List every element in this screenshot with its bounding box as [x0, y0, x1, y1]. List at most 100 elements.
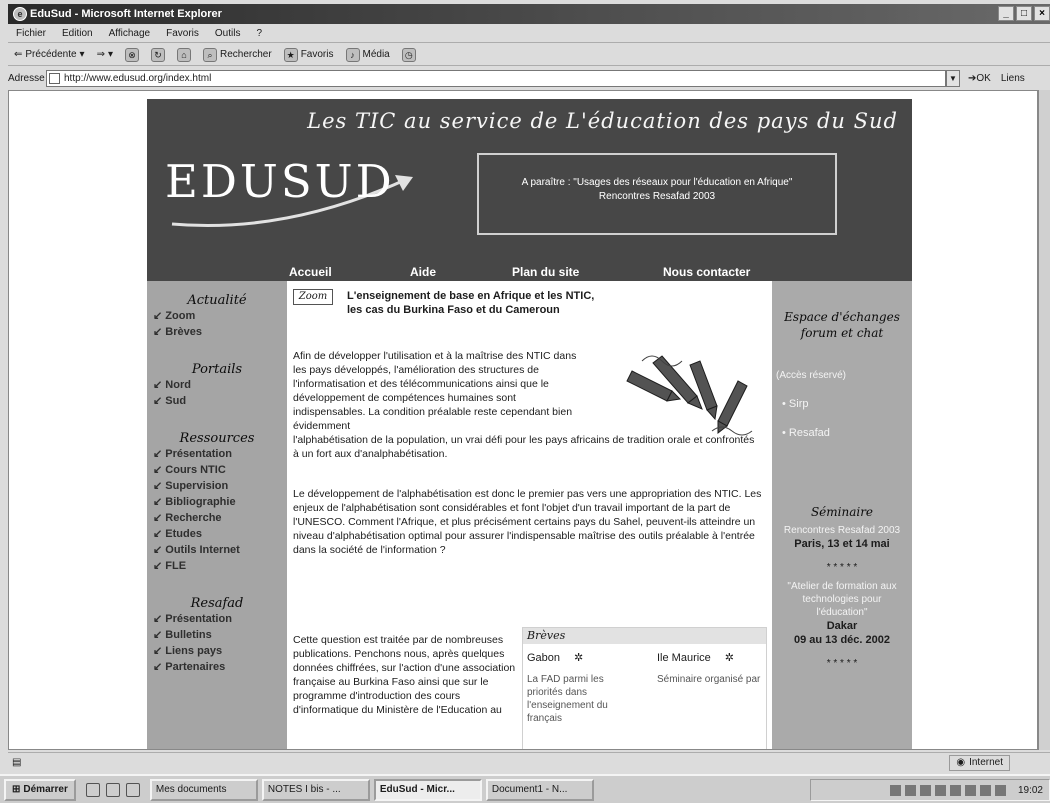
home-icon[interactable]: ⌂	[177, 47, 191, 62]
task-document1[interactable]: Document1 - N...	[485, 778, 594, 801]
tray-app-icon[interactable]	[949, 784, 961, 796]
history-icon[interactable]: ◷	[401, 47, 416, 62]
nav-accueil[interactable]: Accueil	[289, 265, 332, 279]
tray-app-icon[interactable]	[934, 784, 946, 796]
favorites-button[interactable]: ★ Favoris	[283, 47, 334, 62]
tray-antivirus-icon[interactable]	[919, 784, 931, 796]
breve-maurice-title: Ile Maurice	[657, 652, 711, 664]
forward-button[interactable]: ⇒ ▾	[97, 49, 113, 60]
announce-line-1: A paraître : "Usages des réseaux pour l'…	[521, 177, 793, 188]
address-label: Adresse	[8, 72, 45, 84]
left-link-liens-pays[interactable]: ↙ Liens pays	[147, 643, 287, 659]
breve-ile-maurice[interactable]: Ile Maurice ✲ Séminaire organisé par	[657, 652, 762, 686]
actualite-heading: Actualité	[187, 293, 247, 308]
address-input[interactable]: http://www.edusud.org/index.html	[46, 69, 946, 87]
left-link-fle[interactable]: ↙ FLE	[147, 558, 287, 574]
seminaire-2-date: 09 au 13 déc. 2002	[793, 634, 890, 646]
left-link-cours-ntic[interactable]: ↙ Cours NTIC	[147, 462, 287, 478]
clock[interactable]: 19:02	[1018, 785, 1043, 796]
minimize-button[interactable]: _	[998, 6, 1014, 21]
menu-fichier[interactable]: Fichier	[16, 25, 46, 42]
acces-reserve-text: (Accès réservé)	[776, 370, 847, 381]
tray-app-icon[interactable]	[979, 784, 991, 796]
left-link-etudes[interactable]: ↙ Etudes	[147, 526, 287, 542]
nav-plan-du-site[interactable]: Plan du site	[512, 265, 579, 279]
nav-nous-contacter[interactable]: Nous contacter	[663, 265, 750, 279]
maximize-button[interactable]: □	[1016, 6, 1032, 21]
nav-aide[interactable]: Aide	[410, 265, 436, 279]
favorites-icon: ★	[283, 47, 298, 62]
seminaire-2-text[interactable]: "Atelier de formation aux technologies p…	[772, 580, 912, 619]
search-label: Rechercher	[220, 49, 272, 60]
link-sirp[interactable]: • Sirp	[772, 398, 912, 411]
ie-icon: e	[13, 7, 27, 21]
left-link-nord[interactable]: ↙ Nord	[147, 377, 287, 393]
espace-echanges-heading[interactable]: Espace d'échanges forum et chat	[772, 309, 912, 341]
link-resafad[interactable]: • Resafad	[772, 427, 912, 440]
refresh-icon[interactable]: ↻	[151, 47, 165, 62]
zoom-tag: Zoom	[293, 289, 333, 305]
seminaire-heading: Séminaire	[810, 505, 874, 519]
news-star-icon: ✲	[724, 652, 735, 664]
article-title[interactable]: L'enseignement de base en Afrique et les…	[347, 289, 727, 317]
tray-app-icon[interactable]	[994, 784, 1006, 796]
outlook-icon[interactable]	[125, 782, 140, 797]
site-logo[interactable]: EDUSUD	[165, 155, 395, 208]
announcement-box[interactable]: A paraître : "Usages des réseaux pour l'…	[477, 153, 837, 235]
left-link-presentation[interactable]: ↙ Présentation	[147, 446, 287, 462]
menu-bar: Fichier Edition Affichage Favoris Outils…	[8, 25, 1050, 43]
article-title-line-2: les cas du Burkina Faso et du Cameroun	[347, 304, 560, 316]
vertical-scrollbar[interactable]	[1038, 90, 1050, 750]
left-link-resafad-presentation[interactable]: ↙ Présentation	[147, 611, 287, 627]
media-button[interactable]: ♪ Média	[345, 47, 390, 62]
search-icon: ⌕	[203, 47, 217, 62]
address-dropdown-icon[interactable]: ▼	[946, 69, 960, 87]
start-button[interactable]: ⊞ Démarrer	[4, 778, 76, 801]
link-label: Resafad	[788, 427, 830, 439]
close-button[interactable]: ×	[1034, 6, 1050, 21]
menu-outils[interactable]: Outils	[215, 25, 241, 42]
breve-gabon-text: La FAD parmi les priorités dans l'enseig…	[527, 674, 608, 724]
go-label: OK	[976, 72, 991, 84]
article-paragraph-1b: l'alphabétisation de la population, un v…	[293, 434, 755, 460]
menu-edition[interactable]: Edition	[62, 25, 93, 42]
article-paragraph-3: Cette question est traitée par de nombre…	[293, 634, 516, 716]
back-arrow-icon: ⇐	[14, 49, 23, 60]
left-link-bulletins[interactable]: ↙ Bulletins	[147, 627, 287, 643]
breve-maurice-text: Séminaire organisé par	[657, 674, 761, 685]
menu-help[interactable]: ?	[256, 25, 262, 42]
tray-network-icon[interactable]	[904, 784, 916, 796]
go-button[interactable]: ➔OK	[968, 73, 991, 84]
left-link-outils-internet[interactable]: ↙ Outils Internet	[147, 542, 287, 558]
link-label: Bulletins	[165, 629, 212, 641]
globe-icon: ◉	[956, 757, 966, 768]
left-link-zoom[interactable]: ↙ Zoom	[147, 308, 287, 324]
task-notes[interactable]: NOTES I bis - ...	[261, 778, 370, 801]
left-link-sud[interactable]: ↙ Sud	[147, 393, 287, 409]
left-link-bibliographie[interactable]: ↙ Bibliographie	[147, 494, 287, 510]
task-mes-documents[interactable]: Mes documents	[149, 778, 258, 801]
breve-gabon[interactable]: Gabon ✲ La FAD parmi les priorités dans l…	[527, 652, 637, 725]
links-button[interactable]: Liens	[1001, 73, 1025, 84]
ie-quicklaunch-icon[interactable]	[105, 782, 120, 797]
quick-launch	[80, 782, 146, 797]
tray-app-icon[interactable]	[964, 784, 976, 796]
stop-icon[interactable]: ⊗	[125, 47, 139, 62]
search-button[interactable]: ⌕ Rechercher	[203, 47, 272, 62]
left-link-breves[interactable]: ↙ Brèves	[147, 324, 287, 340]
tray-volume-icon[interactable]	[889, 784, 901, 796]
seminaire-1-date: Paris, 13 et 14 mai	[794, 538, 890, 550]
news-star-icon: ✲	[574, 652, 584, 664]
task-edusud[interactable]: EduSud - Micr...	[373, 778, 482, 801]
seminaire-1-text[interactable]: Rencontres Resafad 2003	[772, 524, 912, 537]
left-link-recherche[interactable]: ↙ Recherche	[147, 510, 287, 526]
menu-affichage[interactable]: Affichage	[109, 25, 151, 42]
favorites-label: Favoris	[300, 49, 334, 60]
breve-gabon-title: Gabon	[527, 652, 561, 664]
left-link-partenaires[interactable]: ↙ Partenaires	[147, 659, 287, 675]
menu-favoris[interactable]: Favoris	[166, 25, 199, 42]
left-link-supervision[interactable]: ↙ Supervision	[147, 478, 287, 494]
desktop-icon[interactable]	[85, 782, 100, 797]
window-title: EduSud - Microsoft Internet Explorer	[30, 8, 222, 20]
back-button[interactable]: ⇐ Précédente ▾	[14, 49, 85, 60]
